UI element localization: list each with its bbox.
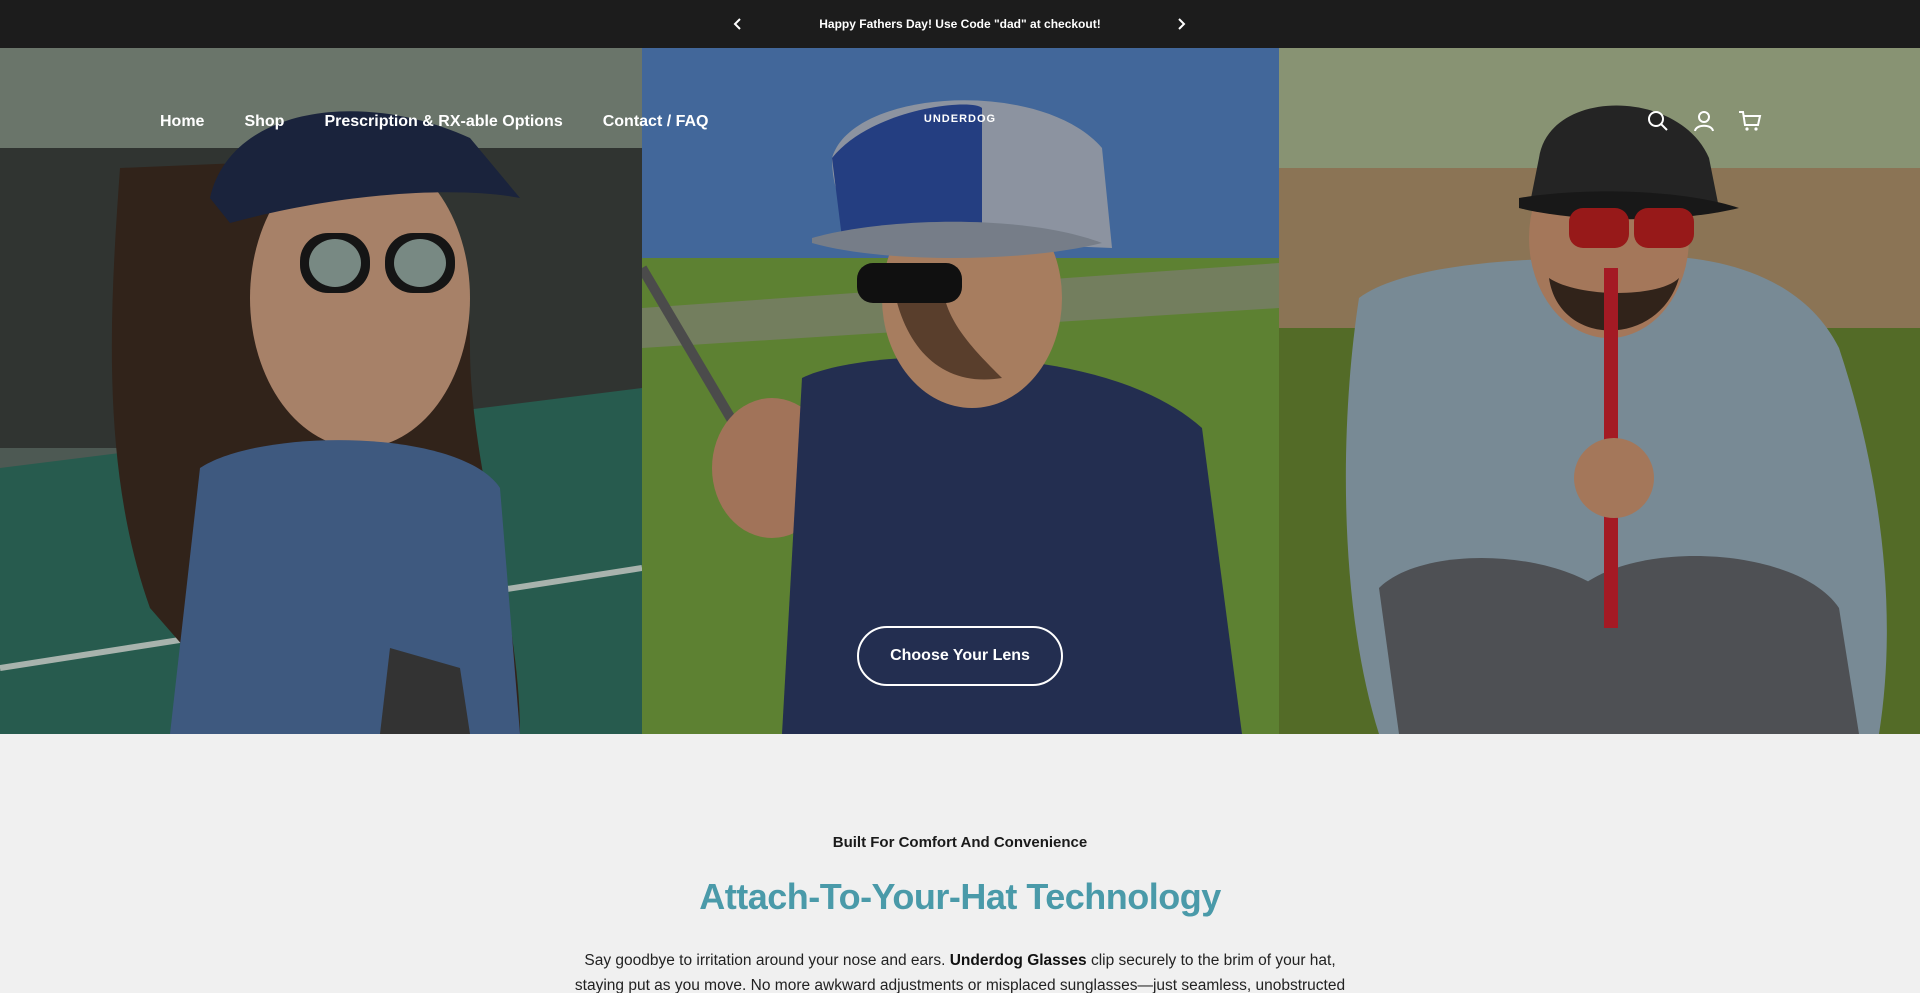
brand-logo[interactable]: UNDERDOG (900, 113, 1020, 125)
section-body: Say goodbye to irritation around your no… (560, 948, 1360, 993)
feature-section: Built For Comfort And Convenience Attach… (0, 734, 1920, 993)
nav-link-shop[interactable]: Shop (244, 113, 284, 131)
nav-link-prescription[interactable]: Prescription & RX-able Options (324, 113, 562, 131)
section-headline: Attach-To-Your-Hat Technology (699, 876, 1221, 917)
body-text-prefix: Say goodbye to irritation around your no… (584, 952, 950, 969)
announcement-message: Happy Fathers Day! Use Code "dad" at che… (819, 17, 1101, 31)
nav-link-home[interactable]: Home (160, 113, 204, 131)
search-icon[interactable] (1645, 108, 1671, 134)
chevron-right-icon[interactable] (1169, 12, 1193, 36)
brand-name: Underdog Glasses (949, 952, 1087, 969)
choose-your-lens-button[interactable]: Choose Your Lens (857, 626, 1063, 686)
nav-link-contact-faq[interactable]: Contact / FAQ (603, 113, 709, 131)
chevron-left-icon[interactable] (726, 12, 750, 36)
main-nav: Home Shop Prescription & RX-able Options… (160, 108, 709, 136)
cart-icon[interactable] (1737, 108, 1763, 134)
section-eyebrow: Built For Comfort And Convenience (832, 834, 1088, 851)
account-icon[interactable] (1691, 108, 1717, 134)
announcement-bar: Happy Fathers Day! Use Code "dad" at che… (0, 0, 1920, 48)
header-icons (1645, 108, 1763, 134)
